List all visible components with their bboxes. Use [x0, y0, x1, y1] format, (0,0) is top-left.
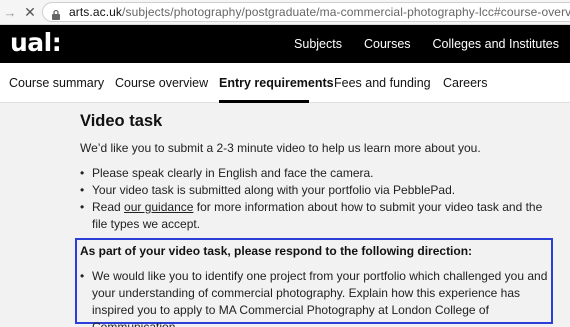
main-nav: Subjects Courses Colleges and Institutes — [283, 25, 570, 63]
list-item: Your video task is submitted along with … — [80, 182, 550, 199]
direction-list: We would like you to identify one projec… — [80, 268, 550, 327]
forward-arrow-icon[interactable]: → — [0, 2, 20, 22]
course-tabs: Course summary Course overview Entry req… — [0, 63, 570, 103]
tab-fees-and-funding[interactable]: Fees and funding — [334, 76, 431, 90]
list-item: Read our guidance for more information a… — [80, 199, 550, 233]
section-title: Video task — [80, 112, 163, 130]
close-icon[interactable]: ✕ — [20, 2, 40, 22]
nav-courses[interactable]: Courses — [353, 37, 422, 51]
tab-entry-requirements[interactable]: Entry requirements — [219, 76, 334, 90]
url-field[interactable]: arts.ac.uk/subjects/photography/postgrad… — [42, 2, 570, 22]
requirements-list: Please speak clearly in English and face… — [80, 165, 550, 233]
url-path: /subjects/photography/postgraduate/ma-co… — [122, 5, 570, 19]
active-tab-indicator — [219, 100, 309, 103]
url-host: arts.ac.uk — [69, 5, 123, 19]
nav-subjects[interactable]: Subjects — [283, 37, 353, 51]
our-guidance-link[interactable]: our guidance — [124, 200, 193, 214]
direction-heading: As part of your video task, please respo… — [80, 244, 473, 258]
url-text: arts.ac.uk/subjects/photography/postgrad… — [69, 5, 570, 19]
list-item: We would like you to identify one projec… — [80, 268, 550, 327]
intro-text: We’d like you to submit a 2-3 minute vid… — [80, 141, 481, 155]
tab-careers[interactable]: Careers — [443, 76, 487, 90]
bullet-prefix: Read — [92, 200, 125, 214]
list-item: Please speak clearly in English and face… — [80, 165, 550, 182]
tab-course-summary[interactable]: Course summary — [9, 76, 104, 90]
browser-address-bar: → ✕ arts.ac.uk/subjects/photography/post… — [0, 0, 570, 25]
lock-icon — [51, 7, 61, 20]
nav-colleges-and-institutes[interactable]: Colleges and Institutes — [422, 37, 570, 51]
ual-logo[interactable]: ual: — [10, 28, 62, 57]
tab-course-overview[interactable]: Course overview — [115, 76, 208, 90]
site-header: ual: Subjects Courses Colleges and Insti… — [0, 25, 570, 63]
